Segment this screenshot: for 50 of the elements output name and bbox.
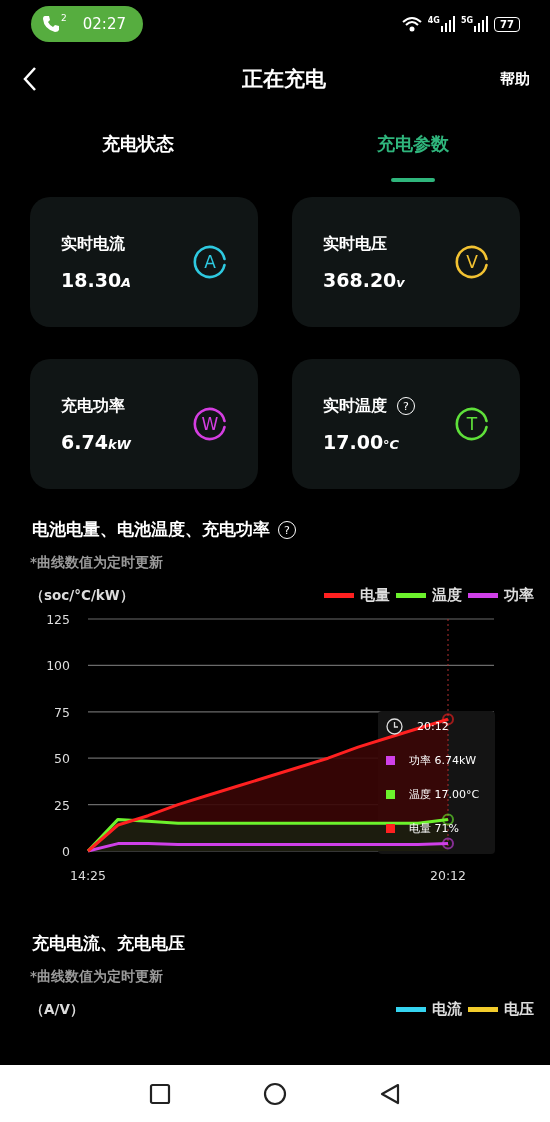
home-icon[interactable] xyxy=(263,1081,287,1106)
tooltip-value: 功率 6.74kW xyxy=(409,752,477,768)
legend-label: 电量 xyxy=(360,586,390,605)
back-icon[interactable] xyxy=(22,66,38,92)
metric-label: 充电功率 xyxy=(61,395,125,417)
metric-value: 368.20v xyxy=(323,268,405,291)
axis-unit-label: （soc/°C/kW） xyxy=(30,586,134,605)
phone-icon xyxy=(41,14,61,34)
clock-icon xyxy=(386,717,403,735)
network-label: 4G xyxy=(427,16,440,25)
chart-title: 充电电流、充电电压 xyxy=(32,933,185,955)
page-title: 正在充电 xyxy=(242,66,326,93)
axis-tick-label: 100 xyxy=(46,658,70,674)
metric-label: 实时电流 xyxy=(61,233,125,255)
help-button[interactable]: 帮助 xyxy=(500,69,530,89)
data-point-marker xyxy=(442,813,454,826)
signal-icon xyxy=(474,16,489,32)
network-label: 5G xyxy=(460,16,474,25)
axis-tick-label: 50 xyxy=(54,751,70,767)
metric-label: 实时电压 xyxy=(323,233,387,255)
metric-value: 18.30A xyxy=(61,268,132,291)
axis-tick-label: 25 xyxy=(54,797,70,813)
recents-icon[interactable] xyxy=(149,1082,171,1105)
battery-indicator: 77 xyxy=(494,16,520,32)
metric-label: 实时温度 xyxy=(323,395,387,417)
legend-label: 温度 xyxy=(432,586,462,605)
tab[interactable]: 充电状态 xyxy=(0,110,275,186)
call-time: 02:27 xyxy=(82,15,126,33)
back-icon[interactable] xyxy=(379,1082,401,1105)
tooltip-value: 电量 71% xyxy=(409,820,459,836)
data-point-marker xyxy=(442,837,454,850)
legend-label: 电流 xyxy=(432,1000,462,1019)
wifi-icon xyxy=(401,16,422,32)
legend-label: 电压 xyxy=(504,1000,534,1019)
legend-label: 功率 xyxy=(504,586,534,605)
tab[interactable]: 充电参数 xyxy=(275,110,550,186)
call-count: 2 xyxy=(61,13,67,23)
signal-icon xyxy=(440,16,455,32)
axis-tick-label: 14:25 xyxy=(70,868,106,883)
axis-tick-label: 125 xyxy=(46,612,70,627)
axis-tick-label: 20:12 xyxy=(430,868,466,883)
tooltip-value: 温度 17.00°C xyxy=(409,786,480,802)
axis-tick-label: 0 xyxy=(62,844,70,859)
metric-value: 6.74kW xyxy=(61,430,131,453)
chart-title: 电池电量、电池温度、充电功率 xyxy=(32,519,270,541)
chart-note: *曲线数值为定时更新 xyxy=(29,968,165,986)
axis-tick-label: 75 xyxy=(54,704,70,720)
axis-unit-label: （A/V） xyxy=(30,1000,84,1019)
metric-value: 17.00°C xyxy=(323,430,401,453)
chart-note: *曲线数值为定时更新 xyxy=(29,554,165,572)
